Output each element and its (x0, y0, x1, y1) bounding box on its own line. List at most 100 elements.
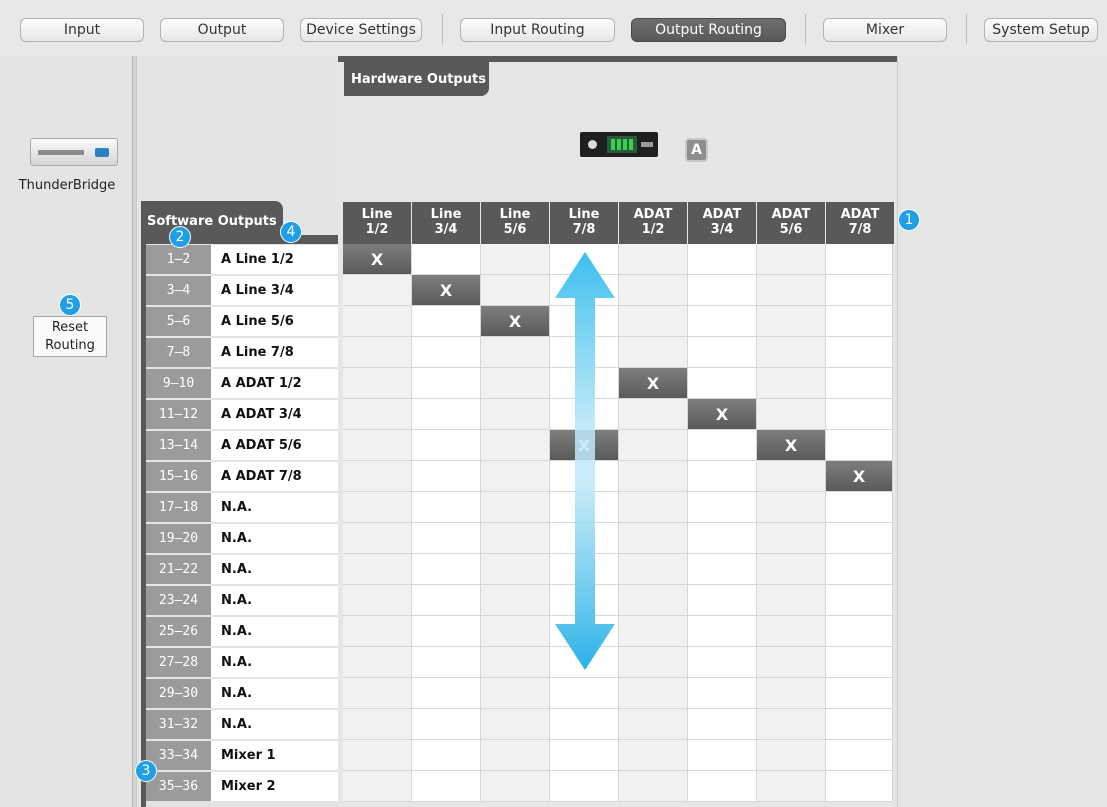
routing-cell[interactable] (688, 337, 757, 368)
tab-system-setup[interactable]: System Setup (984, 18, 1098, 42)
routing-cell[interactable] (481, 740, 550, 771)
routing-cell[interactable] (550, 337, 619, 368)
routing-cell[interactable] (619, 461, 688, 492)
routing-cell[interactable] (481, 399, 550, 430)
routing-cell[interactable] (550, 244, 619, 275)
tab-output-routing[interactable]: Output Routing (631, 18, 786, 42)
routing-cell[interactable] (343, 771, 412, 802)
routing-cell[interactable] (343, 647, 412, 678)
software-output-row[interactable]: 35–36 Mixer 2 (141, 771, 338, 802)
routing-cell[interactable] (757, 244, 826, 275)
routing-cell[interactable] (757, 647, 826, 678)
routing-cell[interactable] (412, 244, 481, 275)
routing-cell[interactable] (757, 616, 826, 647)
routing-cell[interactable] (757, 678, 826, 709)
routing-cell[interactable] (481, 554, 550, 585)
routing-cell[interactable] (412, 647, 481, 678)
routing-cell[interactable] (826, 585, 893, 616)
routing-cell[interactable] (343, 430, 412, 461)
routing-cell[interactable] (619, 709, 688, 740)
routing-cell[interactable] (343, 461, 412, 492)
routing-cell[interactable] (412, 399, 481, 430)
routing-cell[interactable] (688, 368, 757, 399)
software-output-row[interactable]: 1–2 A Line 1/2 (141, 244, 338, 275)
routing-cell[interactable] (481, 430, 550, 461)
routing-cell[interactable] (757, 771, 826, 802)
routing-cell[interactable] (826, 492, 893, 523)
routing-cell[interactable] (826, 647, 893, 678)
routing-cell[interactable] (826, 709, 893, 740)
routing-cell[interactable] (412, 461, 481, 492)
routing-cell[interactable] (481, 771, 550, 802)
software-output-row[interactable]: 15–16 A ADAT 7/8 (141, 461, 338, 492)
routing-cell[interactable] (826, 554, 893, 585)
routing-cell[interactable] (550, 554, 619, 585)
routing-cell[interactable] (343, 678, 412, 709)
routing-cell[interactable] (550, 461, 619, 492)
routing-cell[interactable] (688, 554, 757, 585)
routing-cell-active[interactable]: X (550, 430, 619, 461)
routing-cell[interactable] (481, 678, 550, 709)
routing-cell[interactable] (619, 337, 688, 368)
routing-cell[interactable] (343, 523, 412, 554)
routing-cell[interactable] (550, 771, 619, 802)
routing-cell[interactable] (412, 554, 481, 585)
routing-cell-active[interactable]: X (412, 275, 481, 306)
routing-cell[interactable] (481, 244, 550, 275)
routing-cell[interactable] (412, 337, 481, 368)
routing-cell[interactable] (343, 275, 412, 306)
routing-cell[interactable] (343, 554, 412, 585)
routing-cell-active[interactable]: X (757, 430, 826, 461)
routing-cell[interactable] (688, 523, 757, 554)
routing-cell[interactable] (550, 368, 619, 399)
routing-cell[interactable] (688, 306, 757, 337)
routing-cell[interactable] (550, 585, 619, 616)
routing-cell[interactable] (619, 554, 688, 585)
device-a-badge[interactable]: A (685, 138, 708, 162)
routing-cell[interactable] (826, 523, 893, 554)
routing-cell[interactable] (688, 647, 757, 678)
routing-cell[interactable] (412, 771, 481, 802)
routing-cell[interactable] (343, 709, 412, 740)
routing-cell[interactable] (550, 740, 619, 771)
software-output-row[interactable]: 31–32 N.A. (141, 709, 338, 740)
routing-cell[interactable] (550, 647, 619, 678)
routing-cell[interactable] (343, 492, 412, 523)
routing-cell[interactable] (550, 492, 619, 523)
routing-cell[interactable] (688, 430, 757, 461)
routing-cell[interactable] (688, 740, 757, 771)
routing-cell[interactable] (619, 585, 688, 616)
software-output-row[interactable]: 9–10 A ADAT 1/2 (141, 368, 338, 399)
software-output-row[interactable]: 25–26 N.A. (141, 616, 338, 647)
routing-cell[interactable] (481, 492, 550, 523)
routing-cell[interactable] (619, 430, 688, 461)
routing-cell[interactable] (550, 275, 619, 306)
software-output-row[interactable]: 11–12 A ADAT 3/4 (141, 399, 338, 430)
routing-cell[interactable] (619, 616, 688, 647)
routing-cell-active[interactable]: X (688, 399, 757, 430)
routing-cell[interactable] (619, 771, 688, 802)
routing-cell[interactable] (412, 306, 481, 337)
routing-cell[interactable] (550, 306, 619, 337)
routing-cell[interactable] (826, 678, 893, 709)
routing-cell[interactable] (757, 585, 826, 616)
routing-cell[interactable] (757, 740, 826, 771)
routing-cell[interactable] (412, 368, 481, 399)
software-output-row[interactable]: 17–18 N.A. (141, 492, 338, 523)
routing-cell[interactable] (412, 430, 481, 461)
routing-cell[interactable] (688, 244, 757, 275)
routing-cell[interactable] (343, 616, 412, 647)
routing-cell[interactable] (412, 709, 481, 740)
routing-cell[interactable] (688, 771, 757, 802)
software-output-row[interactable]: 13–14 A ADAT 5/6 (141, 430, 338, 461)
routing-cell-active[interactable]: X (481, 306, 550, 337)
routing-cell[interactable] (343, 368, 412, 399)
routing-cell[interactable] (481, 585, 550, 616)
routing-cell[interactable] (757, 275, 826, 306)
routing-cell[interactable] (550, 678, 619, 709)
routing-cell[interactable] (619, 523, 688, 554)
routing-cell[interactable] (688, 461, 757, 492)
routing-cell[interactable] (757, 554, 826, 585)
software-output-row[interactable]: 3–4 A Line 3/4 (141, 275, 338, 306)
routing-cell[interactable] (343, 306, 412, 337)
